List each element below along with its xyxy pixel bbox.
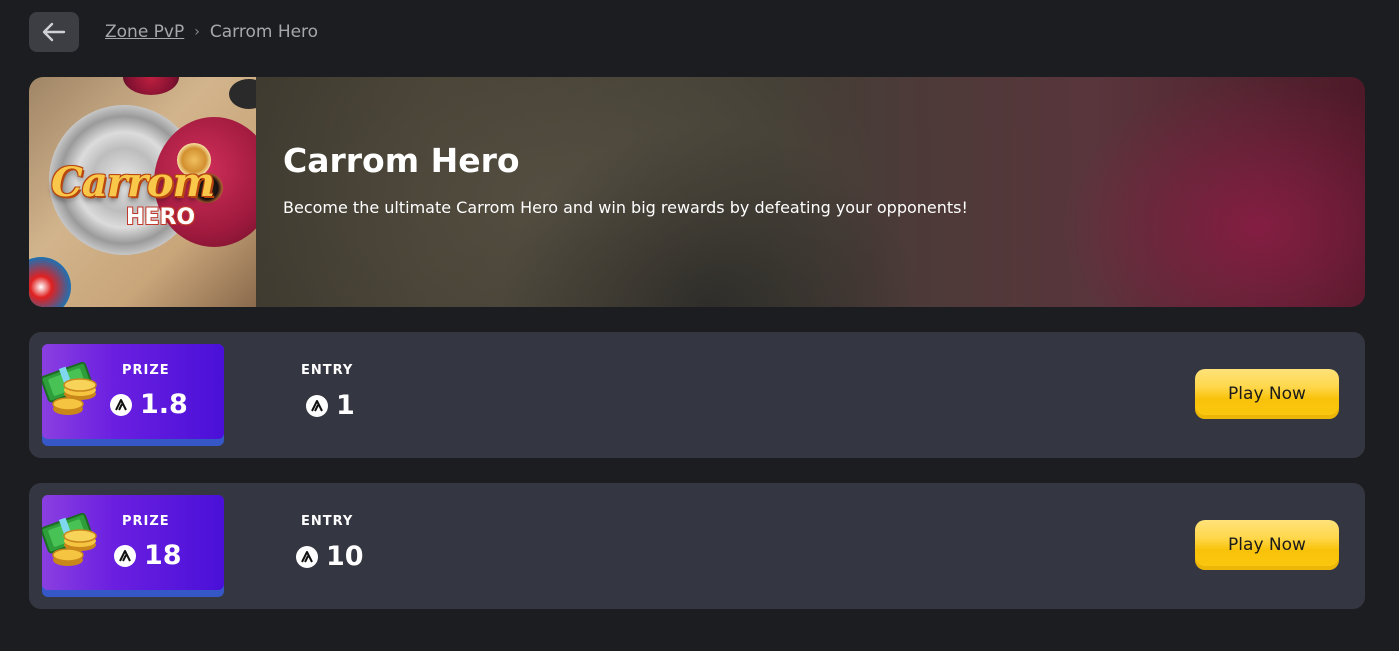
game-thumbnail: Carrom HERO [29, 77, 256, 307]
token-icon [306, 394, 328, 417]
prize-label: PRIZE [122, 363, 170, 378]
play-now-button[interactable]: Play Now [1195, 369, 1339, 419]
thumbnail-logo-subtext: HERO [126, 205, 196, 230]
thumbnail-logo-text: Carrom [51, 159, 215, 206]
prize-value: 18 [114, 540, 182, 571]
game-title: Carrom Hero [283, 141, 520, 180]
top-bar: Zone PvP › Carrom Hero [29, 12, 318, 52]
play-now-button[interactable]: Play Now [1195, 520, 1339, 570]
prize-amount: 18 [144, 540, 182, 571]
match-card: PRIZE 18 ENTRY 10 Play Now [29, 483, 1365, 609]
entry-amount: 1 [336, 390, 355, 421]
prize-amount: 1.8 [140, 389, 188, 420]
entry-amount: 10 [326, 541, 364, 572]
token-icon [114, 544, 136, 567]
entry-label: ENTRY [301, 363, 354, 378]
breadcrumb-link-zone-pvp[interactable]: Zone PvP [105, 22, 184, 42]
entry-value: 1 [306, 390, 355, 421]
breadcrumb-current: Carrom Hero [209, 22, 319, 42]
breadcrumb: Zone PvP › Carrom Hero [105, 22, 318, 42]
back-button[interactable] [29, 12, 79, 52]
money-coins-icon [42, 361, 97, 415]
prize-box: PRIZE 1.8 [42, 344, 224, 446]
prize-label: PRIZE [122, 514, 170, 529]
entry-label: ENTRY [301, 514, 354, 529]
prize-box-inner: PRIZE 18 [42, 495, 224, 590]
entry-value: 10 [296, 541, 364, 572]
game-description: Become the ultimate Carrom Hero and win … [283, 198, 968, 217]
token-icon [296, 545, 318, 568]
token-icon [110, 393, 132, 416]
breadcrumb-separator: › [194, 24, 200, 40]
banner-text: Carrom Hero Become the ultimate Carrom H… [283, 141, 968, 217]
thumbnail-star-disc [29, 257, 71, 307]
prize-box-inner: PRIZE 1.8 [42, 344, 224, 439]
game-banner: Carrom HERO Carrom Hero Become the ultim… [29, 77, 1365, 307]
money-coins-icon [42, 512, 97, 566]
thumbnail-top-disc [123, 77, 179, 95]
prize-box: PRIZE 18 [42, 495, 224, 597]
prize-value: 1.8 [110, 389, 188, 420]
thumbnail-dark-disc [229, 79, 256, 109]
arrow-left-icon [42, 22, 66, 42]
match-card: PRIZE 1.8 ENTRY 1 Play Now [29, 332, 1365, 458]
